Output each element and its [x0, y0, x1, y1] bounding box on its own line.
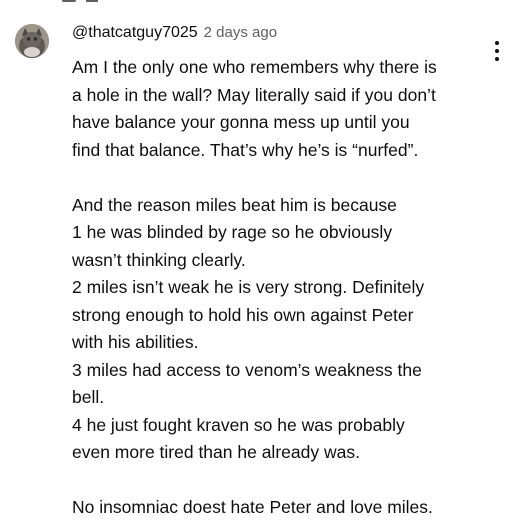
comment-line: bell. [72, 387, 105, 407]
more-vertical-icon-dot-2 [495, 49, 499, 53]
comment-line: strong enough to hold his own against Pe… [72, 304, 414, 325]
previous-comment-actions [62, 0, 122, 4]
comment-line: wasn’t thinking clearly. [72, 249, 246, 270]
comment-line: No insomniac doest hate Peter and love m… [72, 497, 433, 517]
reply-icon [62, 0, 76, 2]
comment-line: 1 he was blinded by rage so he obviously [72, 222, 393, 242]
comment-line: a hole in the wall? May literally said i… [72, 84, 436, 105]
comment-header: @thatcatguy7025 2 days ago [72, 24, 277, 46]
cat-avatar-icon [15, 24, 49, 58]
comment-line: even more tired than he already was. [72, 442, 360, 462]
author-handle[interactable]: @thatcatguy7025 [72, 24, 198, 42]
comment-line: find that balance. That’s why he’s is “n… [72, 139, 419, 160]
comment-line [72, 164, 492, 192]
comment-line: have balance your gonna mess up until yo… [72, 112, 410, 132]
comment-text: Am I the only one who remembers why ther… [72, 54, 492, 522]
comment-line: 4 he just fought kraven so he was probab… [72, 414, 405, 435]
comment-timestamp[interactable]: 2 days ago [204, 24, 277, 41]
more-vertical-icon [495, 41, 499, 45]
more-vertical-icon-dot-3 [495, 57, 499, 61]
comment-line: 2 miles isn’t weak he is very strong. De… [72, 277, 425, 297]
comment-line: Am I the only one who remembers why ther… [72, 57, 437, 77]
dislike-icon [86, 0, 98, 2]
comment-line: And the reason miles beat him is because [72, 194, 397, 215]
avatar[interactable] [15, 24, 49, 58]
comment-line [72, 467, 492, 495]
comment-line: with his abilities. [72, 332, 199, 352]
comment-line: 3 miles had access to venom’s weakness t… [72, 359, 422, 380]
